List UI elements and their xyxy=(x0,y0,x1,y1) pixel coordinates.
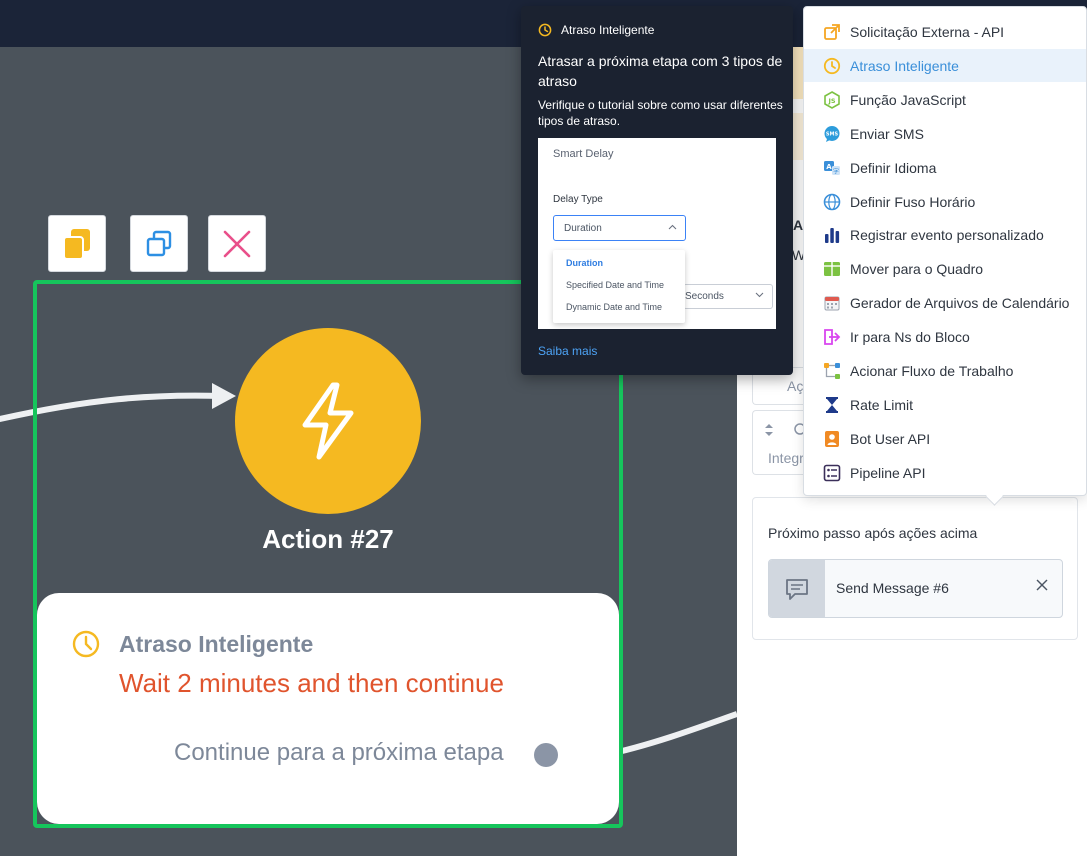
copy-icon xyxy=(63,228,90,260)
menu-item-label: Bot User API xyxy=(850,430,931,447)
calendar-icon xyxy=(824,296,840,311)
card-subtitle: Wait 2 minutes and then continue xyxy=(119,668,504,698)
smart-delay-tooltip: Atraso Inteligente Atrasar a próxima eta… xyxy=(521,6,793,375)
menu-item-label: Rate Limit xyxy=(850,396,914,413)
clock-icon xyxy=(823,57,841,74)
menu-item[interactable]: SMS Enviar SMS xyxy=(804,117,1086,150)
menu-item[interactable]: Atraso Inteligente xyxy=(804,48,1086,82)
panel-fragment: A xyxy=(793,217,804,233)
next-step-card[interactable]: Send Message #6 xyxy=(768,559,1063,618)
duplicate-button[interactable] xyxy=(130,215,188,272)
menu-item[interactable]: Rate Limit xyxy=(804,388,1086,421)
tooltip-header: Atraso Inteligente xyxy=(561,23,655,37)
learn-more-link[interactable]: Saiba mais xyxy=(538,344,597,358)
menu-item[interactable]: Ir para Ns do Bloco xyxy=(804,320,1086,353)
copy-button[interactable] xyxy=(48,215,106,272)
nodejs-icon: JS xyxy=(824,90,840,109)
pipeline-icon xyxy=(823,464,841,481)
menu-item-label: Enviar SMS xyxy=(850,125,924,142)
close-icon xyxy=(223,230,251,257)
node-action-card[interactable]: Atraso Inteligente Wait 2 minutes and th… xyxy=(37,593,619,824)
menu-item-label: Mover para o Quadro xyxy=(850,261,984,278)
preview-option: Dynamic Date and Time xyxy=(566,302,663,312)
bot-user-icon xyxy=(825,430,839,447)
tooltip-title: Atrasar a próxima etapa com 3 tipos de a… xyxy=(538,53,783,89)
continue-label: Continue para a próxima etapa xyxy=(174,739,504,766)
hourglass-icon xyxy=(826,396,838,413)
menu-item[interactable]: Registrar evento personalizado xyxy=(804,218,1086,251)
menu-item-label: Solicitação Externa - API xyxy=(850,24,1005,40)
close-icon[interactable] xyxy=(1035,578,1049,592)
chevron-up-icon xyxy=(668,224,677,230)
preview-label: Delay Type xyxy=(553,194,603,205)
workflow-icon xyxy=(824,363,840,379)
menu-item[interactable]: Bot User API xyxy=(804,422,1086,455)
tooltip-preview: Smart Delay Delay Type Duration Seconds … xyxy=(538,138,776,329)
duplicate-icon xyxy=(146,230,172,256)
menu-item-label: Função JavaScript xyxy=(850,91,966,108)
menu-item-label: Gerador de Arquivos de Calendário xyxy=(850,295,1070,312)
node-title: Action #27 xyxy=(262,524,394,554)
menu-item[interactable]: Gerador de Arquivos de Calendário xyxy=(804,286,1086,319)
globe-icon xyxy=(823,193,841,210)
card-title: Atraso Inteligente xyxy=(119,631,314,657)
preview-heading: Smart Delay xyxy=(553,148,614,160)
board-icon xyxy=(824,262,840,277)
menu-item[interactable]: A 字 Definir Idioma xyxy=(804,151,1086,184)
preview-unit-select: Seconds xyxy=(683,284,773,309)
menu-item-label: Pipeline API xyxy=(850,464,926,481)
menu-item-label: Ir para Ns do Bloco xyxy=(850,329,970,346)
jump-icon xyxy=(824,329,841,345)
message-icon xyxy=(769,560,825,617)
menu-item[interactable]: Mover para o Quadro xyxy=(804,252,1086,285)
chevron-down-icon xyxy=(755,292,764,298)
preview-selected: Duration xyxy=(564,223,602,234)
svg-text:A: A xyxy=(826,163,832,171)
preview-option: Duration xyxy=(566,258,603,268)
menu-item[interactable]: Definir Fuso Horário xyxy=(804,185,1086,218)
clock-icon xyxy=(72,630,100,658)
menu-item-label: Atraso Inteligente xyxy=(850,57,959,74)
preview-option: Specified Date and Time xyxy=(566,280,665,290)
action-type-menu: Solicitação Externa - API Atraso Intelige… xyxy=(803,6,1087,496)
menu-item-label: Registrar evento personalizado xyxy=(850,227,1044,244)
bar-chart-icon xyxy=(825,228,840,244)
menu-item[interactable]: Pipeline API xyxy=(804,456,1086,489)
delete-button[interactable] xyxy=(208,215,266,272)
next-step-label: Próximo passo após ações acima xyxy=(768,525,978,541)
menu-item-label: Acionar Fluxo de Trabalho xyxy=(850,363,1014,379)
menu-item[interactable]: Solicitação Externa - API xyxy=(804,15,1086,48)
preview-unit: Seconds xyxy=(685,291,724,302)
external-link-icon xyxy=(824,24,840,40)
svg-text:JS: JS xyxy=(827,97,835,105)
menu-item-label: Definir Fuso Horário xyxy=(850,193,976,210)
svg-text:SMS: SMS xyxy=(826,131,839,137)
connector-handle[interactable] xyxy=(534,743,558,767)
lightning-icon xyxy=(302,382,354,460)
menu-item[interactable]: Acionar Fluxo de Trabalho xyxy=(804,354,1086,387)
menu-item[interactable]: JS Função JavaScript xyxy=(804,83,1086,116)
action-node-circle[interactable] xyxy=(235,328,421,514)
menu-item-label: Definir Idioma xyxy=(850,159,937,176)
preview-options: Duration Specified Date and Time Dynamic… xyxy=(553,250,685,323)
integration-field[interactable] xyxy=(752,410,806,475)
next-step-section: Próximo passo após ações acima Send Mess… xyxy=(752,497,1078,640)
preview-delay-type-select: Duration xyxy=(553,215,686,241)
sms-icon: SMS xyxy=(824,125,840,142)
svg-text:字: 字 xyxy=(833,167,839,175)
clock-icon xyxy=(538,23,552,37)
tooltip-description: Verifique o tutorial sobre como usar dif… xyxy=(538,98,783,128)
language-icon: A字 xyxy=(824,160,840,175)
next-step-title: Send Message #6 xyxy=(836,580,949,596)
